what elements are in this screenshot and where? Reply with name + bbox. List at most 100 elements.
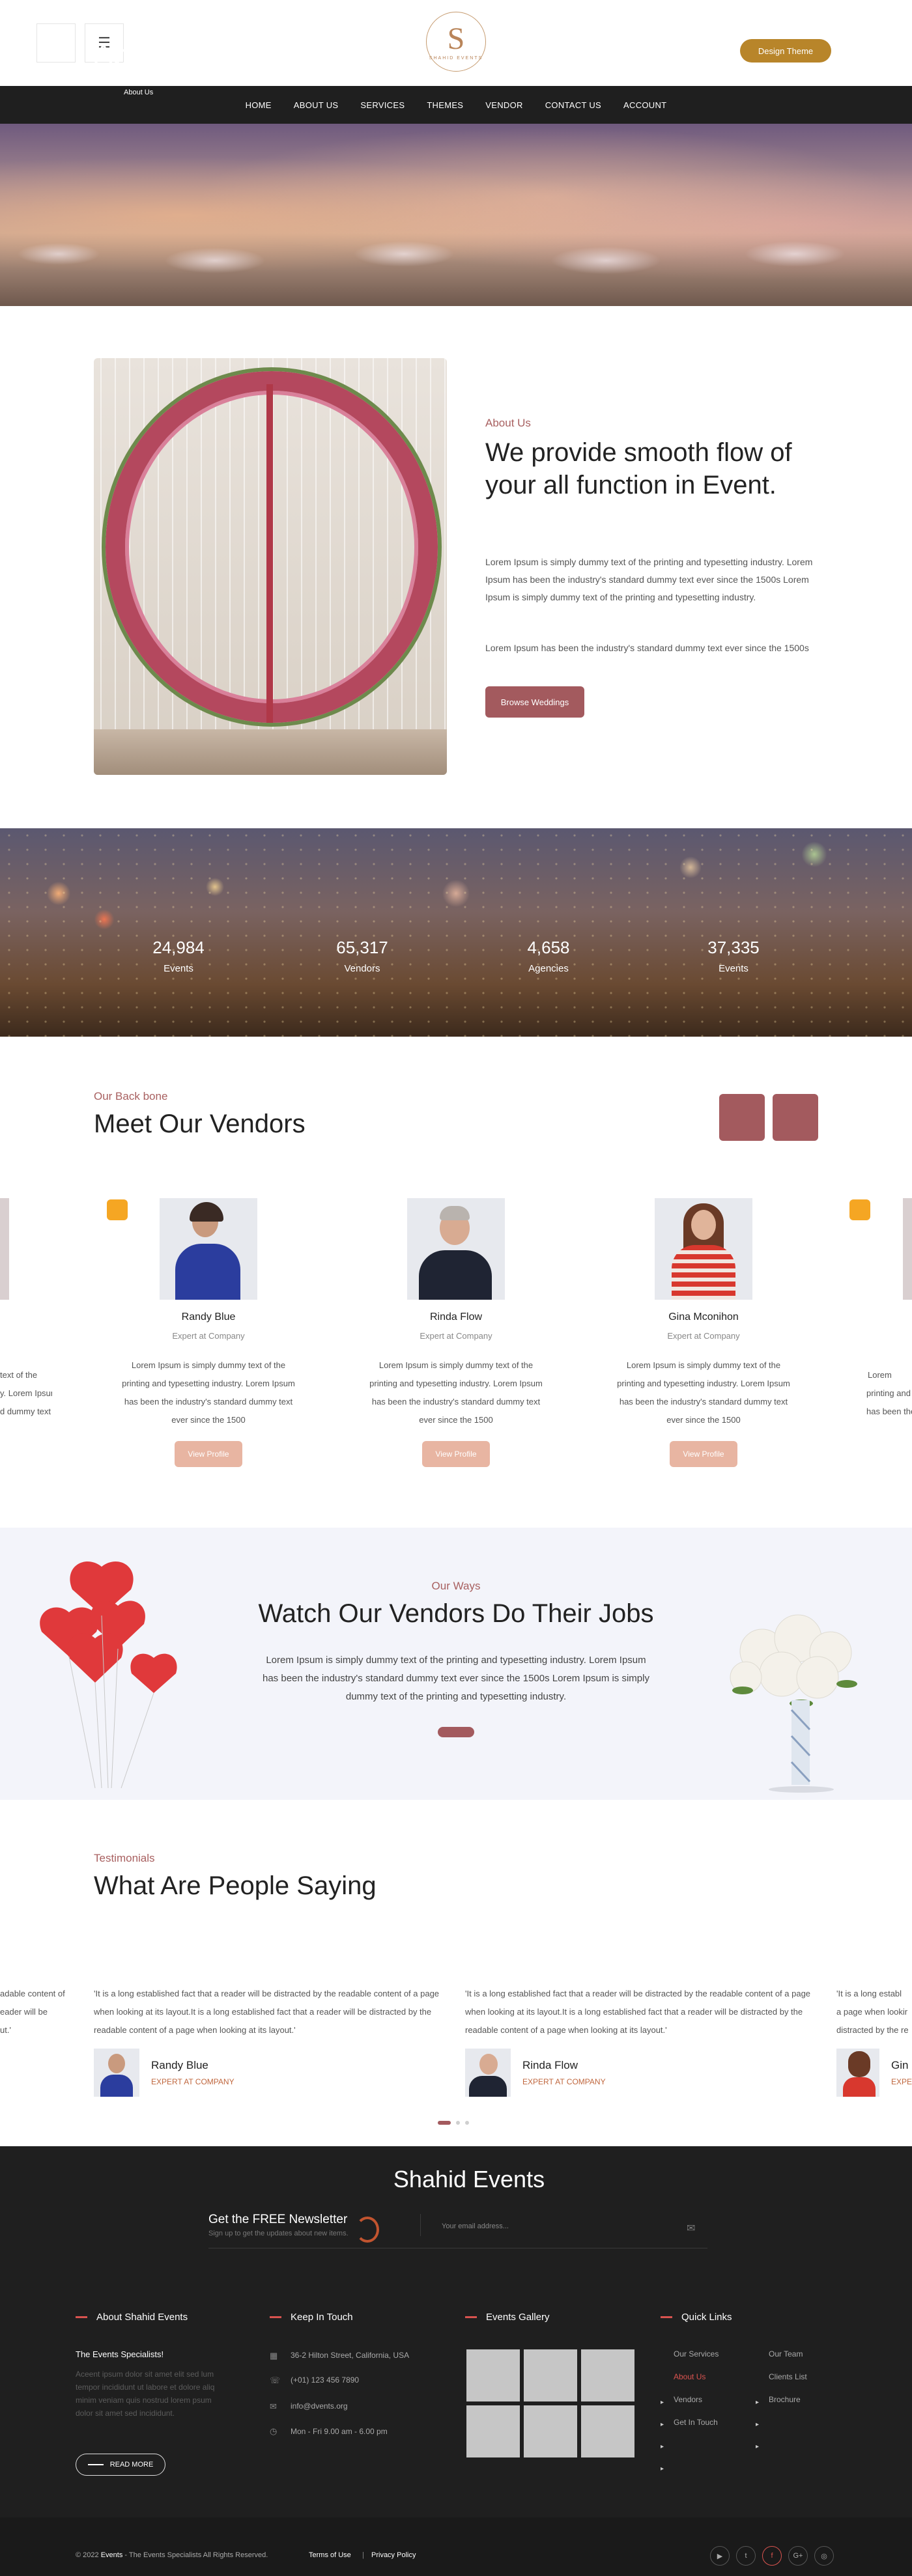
testimonial-dot[interactable] [465,2121,469,2125]
testimonial-quote: 'It is a long established fact that a re… [94,1989,440,2035]
footer-links-title: Quick Links [661,2312,732,2323]
partial-line: printing and [866,1388,911,1398]
design-theme-button[interactable]: Design Theme [740,39,831,63]
footer-title: Shahid Events [393,2166,545,2192]
ways-text: Lorem Ipsum is simply dummy text of the … [263,1655,649,1702]
browse-weddings-button[interactable]: Browse Weddings [485,686,584,718]
terms-link[interactable]: Terms of Use [309,2551,351,2559]
email-text[interactable]: info@dvents.org [291,2401,348,2412]
gallery-thumb[interactable] [581,2349,634,2401]
quick-link-our-team[interactable]: Our Team [769,2349,803,2359]
face [691,1210,716,1240]
ways-slider-indicator[interactable] [438,1727,474,1737]
vendor-photo [407,1198,505,1300]
hair [440,1206,470,1220]
vendor-card: Rinda Flow Expert at Company Lorem Ipsum… [358,1198,554,1467]
instagram-icon[interactable]: ◎ [814,2546,834,2566]
vendor-role: Expert at Company [667,1331,740,1341]
avatar [836,2049,879,2097]
footer-contact-title: Keep In Touch [270,2312,353,2323]
copyright-brand[interactable]: Events [101,2551,123,2559]
counter-events-2: 37,335 Events [675,938,792,974]
counter-label: Events [164,963,193,974]
vendor-name: Gina Mconihon [668,1311,739,1323]
testimonial-quote: 'It is a long establ a page when lookir … [836,1985,912,2039]
vendor-description: Lorem Ipsum is simply dummy text of the … [617,1360,790,1425]
vendors-label: Our Back bone [94,1090,168,1102]
counter-value: 4,658 [527,938,570,957]
facebook-icon[interactable]: f [762,2546,782,2566]
counter-value: 24,984 [152,938,205,957]
gallery-thumb[interactable] [524,2349,577,2401]
vendor-card-partial: text of the y. Lorem Ipsum d dummy text [0,1366,52,1421]
nav-account[interactable]: ACCOUNT [623,100,666,110]
gallery-thumb[interactable] [466,2349,520,2401]
vendor-description: Lorem Ipsum is simply dummy text of the … [369,1360,543,1425]
testimonial-person: Gin EXPE [836,2049,912,2097]
view-profile-button[interactable]: View Profile [175,1441,242,1467]
nav-contact-us[interactable]: CONTACT US [545,100,601,110]
counter-agencies: 4,658 Agencies [490,938,607,974]
chevron-right-icon: ▸ [756,2399,760,2406]
carousel-next-button[interactable] [773,1094,818,1141]
partial-line: text of the [0,1370,38,1380]
partial-line: y. Lorem Ipsum [0,1388,52,1398]
google-plus-icon[interactable]: G+ [788,2546,808,2566]
newsletter-email-input[interactable] [442,2218,689,2235]
quick-link-clients-list[interactable]: Clients List [769,2372,807,2381]
header-blank-box[interactable] [36,23,76,63]
vendor-photo-partial [903,1198,912,1300]
testimonial-dot-active[interactable] [438,2121,451,2125]
gallery-thumb[interactable] [524,2405,577,2457]
clothing [469,2076,507,2097]
newsletter-title: Get the FREE Newsletter [208,2213,348,2226]
site-logo[interactable]: S SHAHID EVENTS [422,8,490,76]
send-icon[interactable]: ✉ [687,2222,695,2235]
quick-link-get-in-touch[interactable]: Get In Touch [674,2418,718,2427]
testimonial-dot[interactable] [456,2121,460,2125]
partial-line: adable content of [0,1989,65,1998]
quick-link-brochure[interactable]: Brochure [769,2395,801,2404]
privacy-link[interactable]: Privacy Policy [371,2551,416,2559]
nav-home[interactable]: HOME [246,100,272,110]
newsletter-subtitle: Sign up to get the updates about new ite… [208,2230,349,2237]
nav-about-us[interactable]: ABOUT US [294,100,339,110]
view-profile-button[interactable]: View Profile [422,1441,490,1467]
chevron-right-icon: ▸ [661,2465,664,2472]
carousel-prev-button[interactable] [719,1094,765,1141]
face [479,2054,498,2075]
nav-themes[interactable]: THEMES [427,100,463,110]
phone-text[interactable]: (+01) 123 456 7890 [291,2375,359,2386]
page-title: About Us [94,39,212,71]
breadcrumb[interactable]: About Us [124,89,153,96]
hours-text: Mon - Fri 9.00 am - 6.00 pm [291,2427,388,2436]
view-profile-button[interactable]: View Profile [670,1441,737,1467]
read-more-button[interactable]: READ MORE [76,2454,165,2476]
testimonial-role: EXPERT AT COMPANY [522,2077,606,2086]
quick-link-vendors[interactable]: Vendors [674,2395,702,2404]
copyright-text: - The Events Specialists All Rights Rese… [124,2551,268,2559]
vendor-name: Rinda Flow [429,1311,483,1323]
quick-link-our-services[interactable]: Our Services [674,2349,719,2359]
footer-about-text: Aceent ipsum dolor sit amet elit sed lum… [76,2370,215,2418]
phone-icon: ☏ [270,2375,281,2385]
nav-vendor[interactable]: VENDOR [485,100,522,110]
partial-line: distracted by the re [836,2025,909,2035]
gallery-thumb[interactable] [581,2405,634,2457]
counter-value: 37,335 [707,938,760,957]
youtube-icon[interactable]: ▶ [710,2546,730,2566]
testimonial-name: Rinda Flow [522,2059,578,2071]
testimonial-card: 'It is a long established fact that a re… [94,1985,446,2097]
testimonial-role: EXPERT AT COMPANY [151,2077,235,2086]
testimonials-heading: What Are People Saying [94,1871,377,1900]
copyright-year: © 2022 [76,2551,99,2559]
mail-icon: ✉ [270,2401,277,2411]
bouquet-image [730,1614,857,1793]
quick-link-about-us[interactable]: About Us [674,2372,705,2381]
twitter-icon[interactable]: t [736,2546,756,2566]
partial-line: Lorem [868,1370,892,1380]
clothing [672,1245,735,1300]
gallery-thumb[interactable] [466,2405,520,2457]
about-heading: We provide smooth flow of your all funct… [485,438,792,499]
nav-services[interactable]: SERVICES [360,100,405,110]
